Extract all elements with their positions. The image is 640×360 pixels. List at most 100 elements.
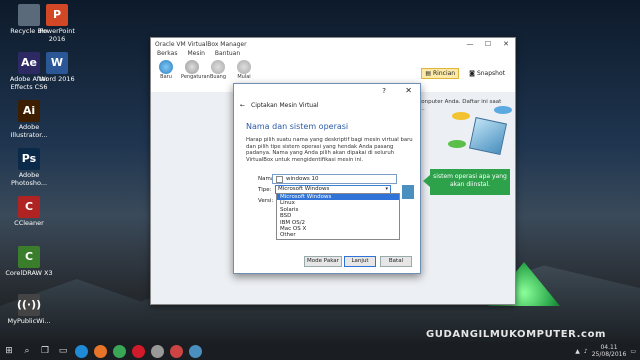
dialog-body: Nama dan sistem operasi Harap pilih suat… <box>246 122 416 163</box>
word-icon: W <box>46 52 68 74</box>
chrome-icon[interactable] <box>113 344 126 358</box>
clock-date: 25/08/2016 <box>591 351 627 358</box>
page-description: Harap pilih suatu nama yang deskriptif b… <box>246 137 413 163</box>
new-label: Baru <box>160 74 172 80</box>
clock[interactable]: 04.11 25/08/2016 <box>592 344 627 358</box>
minimize-button[interactable]: — <box>461 38 479 50</box>
back-arrow-icon[interactable]: ← <box>240 102 245 109</box>
version-label: Versi: <box>258 198 274 204</box>
desktop-icon-label: Adobe Illustrator... <box>10 123 48 139</box>
notification-icon[interactable]: ▭ <box>630 348 636 355</box>
edge-icon[interactable] <box>75 344 88 358</box>
windows-start-icon[interactable]: ⊞ <box>0 342 18 360</box>
close-button[interactable]: ✕ <box>497 38 515 50</box>
settings-label: Pengaturan <box>181 74 210 80</box>
network-icon[interactable]: ▲ <box>575 348 580 355</box>
photoshop-icon: Ps <box>18 148 40 170</box>
illustrator-icon: Ai <box>18 100 40 122</box>
dialog-header-title: Ciptakan Mesin Virtual <box>251 101 319 109</box>
feather-yellow <box>452 112 470 120</box>
wifi-icon: ((·)) <box>17 294 41 316</box>
annotation-callout: sistem operasi apa yang akan diinstal. <box>423 169 510 195</box>
cancel-button[interactable]: Batal <box>380 256 412 267</box>
feather-blue <box>494 106 512 114</box>
start-button[interactable]: Mulai <box>233 60 255 80</box>
desktop-icon[interactable]: C CorelDRAW X3 <box>2 246 56 278</box>
taskbar: ⊞ ⌕ ❐ ▭ ▲ ♪ 04.11 25/08/2016 ▭ <box>0 342 640 360</box>
file-explorer-icon[interactable]: ▭ <box>54 342 72 360</box>
clock-time: 04.11 <box>600 344 618 351</box>
new-button[interactable]: Baru <box>155 60 177 80</box>
virtualbox-logo-art <box>436 100 516 170</box>
menu-mesin[interactable]: Mesin <box>187 50 204 60</box>
ccleaner-icon: C <box>18 196 40 218</box>
start-arrow-icon <box>237 60 251 74</box>
settings-button[interactable]: Pengaturan <box>181 60 210 80</box>
os-version-icon <box>402 185 414 199</box>
desktop-icon[interactable]: P PowerPoint 2016 <box>30 4 84 43</box>
dialog-header: ← Ciptakan Mesin Virtual <box>234 98 420 112</box>
system-tray: ▲ ♪ 04.11 25/08/2016 ▭ <box>575 342 636 360</box>
start-label: Mulai <box>237 74 251 80</box>
coreldraw-icon: C <box>18 246 40 268</box>
name-input[interactable]: windows 10 <box>272 174 397 184</box>
vm-icon <box>276 175 283 183</box>
desktop-icon-label: Word 2016 <box>39 75 75 83</box>
details-label: Rincian <box>433 70 456 77</box>
maximize-button[interactable]: ☐ <box>479 38 497 50</box>
menu-bar: Berkas Mesin Bantuan <box>151 50 515 60</box>
details-button[interactable]: ▤ Rincian <box>421 68 460 79</box>
gear-icon <box>185 60 199 74</box>
dialog-close-button[interactable]: ✕ <box>405 86 412 95</box>
discard-icon <box>211 60 225 74</box>
type-dropdown-list: Microsoft Windows Linux Solaris BSD IBM … <box>276 193 400 240</box>
snapshot-button[interactable]: ◙ Snapshot <box>465 68 509 79</box>
desktop-icon[interactable]: ((·)) MyPublicWi... <box>2 294 56 326</box>
name-row: Nama: windows 10 <box>258 174 397 184</box>
name-value: windows 10 <box>286 176 319 182</box>
app-icon[interactable] <box>151 344 164 358</box>
menu-berkas[interactable]: Berkas <box>157 50 177 60</box>
desktop-icon-label: PowerPoint 2016 <box>39 27 75 43</box>
discard-label: Buang <box>209 74 226 80</box>
desktop-icon-label: CCleaner <box>14 219 44 227</box>
app-icon-2[interactable] <box>170 344 183 358</box>
menu-bantuan[interactable]: Bantuan <box>215 50 240 60</box>
type-select-value: Microsoft Windows <box>278 186 330 192</box>
name-label: Nama: <box>258 176 277 182</box>
dialog-titlebar: ? ✕ <box>234 84 420 98</box>
virtualbox-taskbar-icon[interactable] <box>189 344 202 358</box>
desktop-icon[interactable]: Ps Adobe Photosho... <box>2 148 56 187</box>
desktop-icon-label: CorelDRAW X3 <box>5 269 53 277</box>
type-label: Tipe: <box>258 186 272 193</box>
page-title: Nama dan sistem operasi <box>246 122 349 131</box>
desktop-icon[interactable]: W Word 2016 <box>30 52 84 84</box>
version-row: Versi: <box>258 198 273 204</box>
new-icon <box>159 60 173 74</box>
help-button[interactable]: ? <box>382 87 386 95</box>
cube-icon <box>469 117 507 155</box>
powerpoint-icon: P <box>46 4 68 26</box>
chevron-down-icon: ▾ <box>385 186 388 192</box>
feather-green <box>448 140 466 148</box>
desktop-icon[interactable]: C CCleaner <box>2 196 56 228</box>
desktop-icon-label: Adobe Photosho... <box>10 171 48 187</box>
expert-mode-button[interactable]: Mode Pakar <box>304 256 342 267</box>
volume-icon[interactable]: ♪ <box>584 348 588 355</box>
view-tools: ▤ Rincian ◙ Snapshot <box>421 68 509 79</box>
search-icon[interactable]: ⌕ <box>18 342 36 360</box>
firefox-icon[interactable] <box>94 344 107 358</box>
next-button[interactable]: Lanjut <box>344 256 376 267</box>
watermark: GUDANGILMUKOMPUTER.com <box>426 329 607 340</box>
details-icon: ▤ <box>425 70 432 77</box>
camera-icon: ◙ <box>469 70 475 77</box>
desktop-icon[interactable]: Ai Adobe Illustrator... <box>2 100 56 139</box>
option-other[interactable]: Other <box>277 232 399 238</box>
window-controls: — ☐ ✕ <box>461 38 515 50</box>
desktop-icon-label: MyPublicWi... <box>7 317 51 325</box>
snapshot-label: Snapshot <box>476 70 505 77</box>
task-view-icon[interactable]: ❐ <box>36 342 54 360</box>
opera-icon[interactable] <box>132 344 145 358</box>
window-title: Oracle VM VirtualBox Manager <box>155 40 247 48</box>
discard-button[interactable]: Buang <box>207 60 229 80</box>
